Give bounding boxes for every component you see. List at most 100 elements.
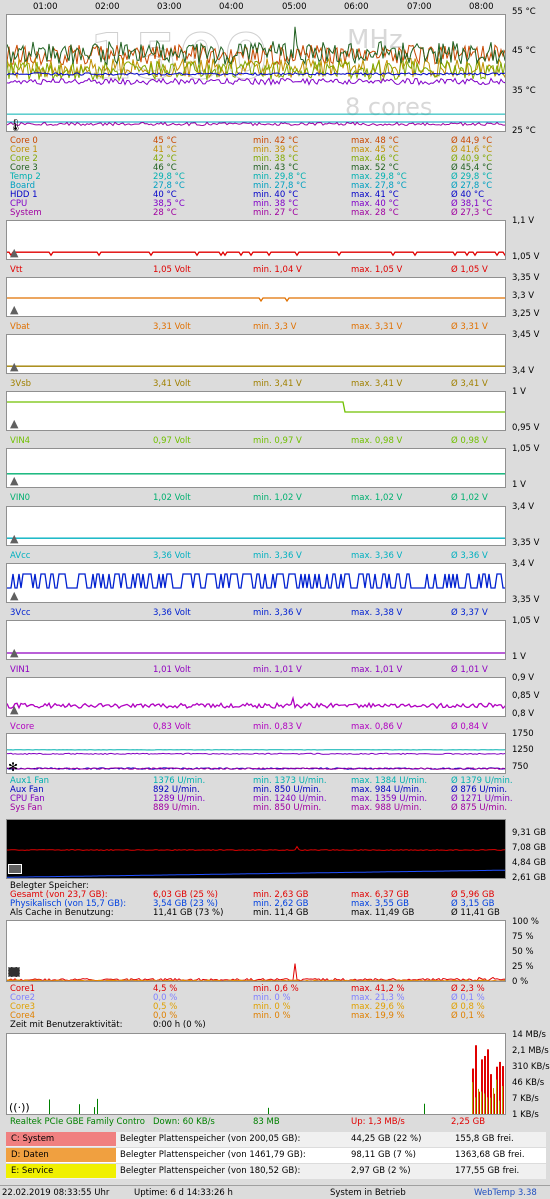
network-down-bar bbox=[484, 1094, 485, 1115]
warning-triangle-icon: ▲ bbox=[10, 532, 18, 545]
voltage-graph-vcore: ▲ bbox=[6, 677, 506, 717]
voltage-min: min. 1,02 V bbox=[253, 493, 302, 503]
memory-avg: Ø 11,41 GB bbox=[451, 908, 500, 918]
voltage-graph-vin1: ▲ bbox=[6, 620, 506, 660]
time-tick: 05:00 bbox=[282, 2, 307, 12]
cpu-ylabel: 50 % bbox=[512, 947, 534, 957]
voltage-min: min. 3,36 V bbox=[253, 551, 302, 561]
voltage-max: max. 1,02 V bbox=[351, 493, 402, 503]
fan-cur: 889 U/min. bbox=[153, 803, 200, 813]
voltage-row: Vbat 3,31 Volt min. 3,3 V max. 3,31 V Ø 3,31… bbox=[10, 322, 510, 332]
temperature-min: min. 27 °C bbox=[253, 208, 298, 218]
voltage-ylabel-bottom: 1,05 V bbox=[512, 252, 539, 262]
voltage-min: min. 3,3 V bbox=[253, 322, 296, 332]
temp-ylabel: 55 °C bbox=[512, 7, 536, 17]
voltage-min: min. 1,04 V bbox=[253, 265, 302, 275]
voltage-row: 3Vcc 3,36 Volt min. 3,36 Vmax. 3,38 VØ 3,3… bbox=[10, 608, 510, 618]
temperature-series-core2 bbox=[7, 61, 506, 81]
voltage-max: max. 3,31 V bbox=[351, 322, 402, 332]
memory-ylabel: 7,08 GB bbox=[512, 843, 546, 853]
network-down-bar bbox=[493, 1088, 494, 1115]
temperature-series-core3 bbox=[7, 27, 506, 65]
fan-series-cpufan bbox=[7, 753, 506, 754]
voltage-ylabel-mid: 0,85 V bbox=[512, 691, 539, 701]
net-ylabel: 7 KB/s bbox=[512, 1094, 539, 1104]
network-down-bar bbox=[499, 1101, 500, 1115]
drive-row[interactable]: E: Service Belegter Plattenspeicher (von … bbox=[6, 1164, 546, 1179]
voltage-line bbox=[7, 392, 506, 431]
network-down-bar bbox=[502, 1086, 503, 1115]
voltage-row: VIN1 1,01 Volt min. 1,01 Vmax. 1,01 VØ 1,0… bbox=[10, 665, 510, 675]
memory-series-ram_phys bbox=[7, 870, 506, 877]
voltage-ylabel-bottom: 0,8 V bbox=[512, 709, 534, 719]
temperature-max: max. 28 °C bbox=[351, 208, 399, 218]
drive-used: 2,97 GB (2 %) bbox=[351, 1164, 411, 1179]
voltage-max: max. 0,98 V bbox=[351, 436, 402, 446]
voltage-line bbox=[7, 678, 506, 717]
voltage-avg: Ø 1,01 V bbox=[451, 665, 488, 675]
cpu-load-series-cpu1 bbox=[7, 964, 506, 981]
voltage-min: min. 0,83 V bbox=[253, 722, 302, 732]
fan-avg: Ø 875 U/min. bbox=[451, 803, 507, 813]
status-bar: 22.02.2019 08:33:55 Uhr Uptime: 6 d 14:3… bbox=[0, 1185, 550, 1199]
network-down-rate: Down: 60 KB/s bbox=[153, 1117, 215, 1127]
voltage-row: VIN4 0,97 Volt min. 0,97 V max. 0,98 V Ø 0,9… bbox=[10, 436, 510, 446]
drive-used: 98,11 GB (7 %) bbox=[351, 1148, 416, 1163]
voltage-cur: 3,36 Volt bbox=[153, 608, 191, 618]
memory-max: max. 11,49 GB bbox=[351, 908, 414, 918]
memory-ylabel: 4,84 GB bbox=[512, 858, 546, 868]
network-down-bar bbox=[481, 1092, 482, 1115]
drive-row[interactable]: C: System Belegter Plattenspeicher (von 2… bbox=[6, 1132, 546, 1147]
temperature-series-cpu bbox=[7, 78, 506, 84]
status-state: System in Betrieb bbox=[330, 1188, 406, 1198]
thermometer-icon: 🌡 bbox=[8, 118, 23, 132]
warning-triangle-icon: ▲ bbox=[10, 360, 18, 373]
voltage-min: min. 1,01 V bbox=[253, 665, 302, 675]
voltage-line bbox=[7, 564, 506, 603]
user-activity-row: Zeit mit Benutzeraktivität: 0:00 h (0 %) bbox=[10, 1020, 510, 1030]
voltage-min: min. 3,36 V bbox=[253, 608, 302, 618]
net-ylabel: 14 MB/s bbox=[512, 1030, 546, 1040]
network-row: Realtek PCIe GBE Family Contro Down: 60 … bbox=[10, 1117, 510, 1127]
voltage-avg: Ø 0,98 V bbox=[451, 436, 488, 446]
status-uptime: Uptime: 6 d 14:33:26 h bbox=[134, 1188, 233, 1198]
memory-row: Als Cache in Benutzung: 11,41 GB (73 %) mi… bbox=[10, 908, 510, 918]
network-down-bar bbox=[487, 1097, 488, 1115]
network-down-bar bbox=[49, 1099, 50, 1115]
cpu-load-graph bbox=[6, 920, 506, 982]
voltage-graph-avcc: ▲ bbox=[6, 506, 506, 546]
drive-free: 155,8 GB frei. bbox=[455, 1132, 514, 1147]
voltage-graph-vin0: ▲ bbox=[6, 448, 506, 488]
voltage-series-line bbox=[7, 574, 506, 588]
network-down-bar bbox=[424, 1104, 425, 1115]
voltage-ylabel-bottom: 3,4 V bbox=[512, 366, 534, 376]
memory-ylabel: 2,61 GB bbox=[512, 873, 546, 883]
voltage-name: Vtt bbox=[10, 265, 22, 275]
app-version-link[interactable]: WebTemp 3.38 bbox=[474, 1188, 537, 1198]
voltage-avg: Ø 3,31 V bbox=[451, 322, 488, 332]
cpu-ylabel: 25 % bbox=[512, 962, 534, 972]
voltage-ylabel-top: 1,1 V bbox=[512, 216, 534, 226]
voltage-name: 3Vsb bbox=[10, 379, 31, 389]
voltage-ylabel-top: 0,9 V bbox=[512, 673, 534, 683]
memory-chip-icon bbox=[8, 864, 22, 874]
network-antenna-icon: ((·)) bbox=[9, 1101, 30, 1114]
memory-graph bbox=[6, 819, 506, 879]
user-activity-value: 0:00 h (0 %) bbox=[153, 1020, 206, 1030]
voltage-line bbox=[7, 335, 506, 374]
drive-label: E: Service bbox=[6, 1164, 116, 1178]
voltage-name: Vbat bbox=[10, 322, 30, 332]
temp-ylabel: 35 °C bbox=[512, 86, 536, 96]
network-down-bar bbox=[97, 1099, 98, 1115]
voltage-cur: 3,41 Volt bbox=[153, 379, 191, 389]
drive-row[interactable]: D: Daten Belegter Plattenspeicher (von 14… bbox=[6, 1148, 546, 1163]
time-tick: 06:00 bbox=[344, 2, 369, 12]
voltage-row: Vcore 0,83 Volt min. 0,83 V max. 0,86 V Ø 0,… bbox=[10, 722, 510, 732]
processor-icon bbox=[8, 967, 20, 977]
voltage-ylabel-top: 1,05 V bbox=[512, 616, 539, 626]
time-tick: 04:00 bbox=[219, 2, 244, 12]
voltage-cur: 1,02 Volt bbox=[153, 493, 191, 503]
net-ylabel: 46 KB/s bbox=[512, 1078, 544, 1088]
voltage-line bbox=[7, 449, 506, 488]
voltage-graph-3vcc: ▲ bbox=[6, 563, 506, 603]
